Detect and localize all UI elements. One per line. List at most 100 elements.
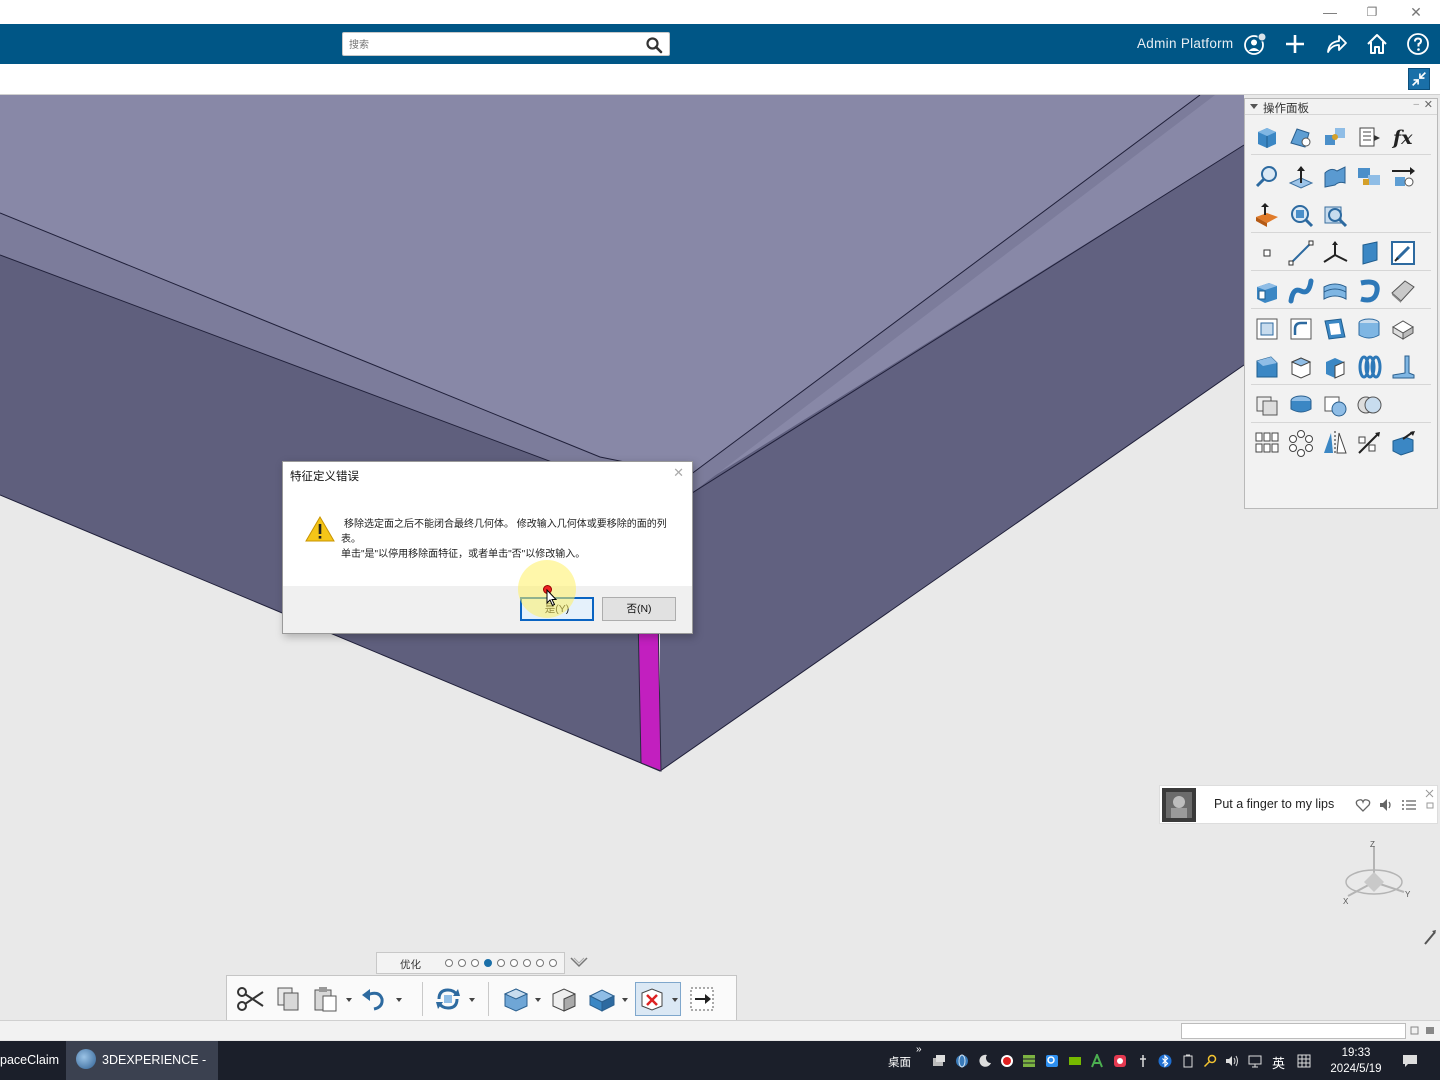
stiffener-icon[interactable] xyxy=(1389,353,1417,381)
cut-icon[interactable] xyxy=(235,984,265,1014)
panel-pin-button[interactable]: – xyxy=(1413,99,1419,110)
hide-show-dropdown[interactable] xyxy=(672,998,678,1002)
song-title[interactable]: Put a finger to my lips xyxy=(1214,797,1334,811)
search-input[interactable] xyxy=(349,35,639,55)
translate-icon[interactable] xyxy=(1355,429,1383,457)
paste-icon[interactable] xyxy=(311,984,341,1014)
key-icon[interactable] xyxy=(1203,1054,1217,1068)
box-icon[interactable] xyxy=(1287,353,1315,381)
dialog-close-button[interactable]: ✕ xyxy=(673,465,684,481)
plane-axis-icon[interactable] xyxy=(1287,163,1315,191)
moon-icon[interactable] xyxy=(978,1054,992,1068)
user-profile-icon[interactable] xyxy=(1243,32,1267,56)
panel-close-button[interactable]: ✕ xyxy=(1424,98,1433,111)
update-dropdown[interactable] xyxy=(469,998,475,1002)
album-cover[interactable] xyxy=(1162,788,1196,822)
tree-icon[interactable] xyxy=(1355,123,1383,151)
inspect-icon[interactable] xyxy=(1321,201,1349,229)
pager-dot[interactable] xyxy=(484,959,492,967)
pager-dot[interactable] xyxy=(497,959,505,967)
zoom-area-icon[interactable] xyxy=(1287,201,1315,229)
no-button[interactable]: 否(N) xyxy=(602,597,676,621)
music-widget[interactable]: Put a finger to my lips xyxy=(1159,785,1438,824)
cube-icon[interactable] xyxy=(1253,123,1281,151)
axis-system-icon[interactable] xyxy=(1321,239,1349,267)
undo-dropdown[interactable] xyxy=(396,998,402,1002)
close-window-button[interactable]: ✕ xyxy=(1396,2,1436,22)
collapse-arrow-icon[interactable] xyxy=(1250,104,1258,109)
grid-app-icon[interactable] xyxy=(1022,1054,1036,1068)
point-icon[interactable] xyxy=(1253,239,1281,267)
ime-language-label[interactable]: 英 xyxy=(1272,1053,1285,1072)
formula-icon[interactable]: fx xyxy=(1389,123,1417,151)
swap-visible-space-icon[interactable] xyxy=(687,984,717,1014)
help-icon[interactable] xyxy=(1406,32,1430,56)
hide-show-icon[interactable] xyxy=(637,984,667,1014)
pager-dot[interactable] xyxy=(510,959,518,967)
export-icon[interactable] xyxy=(1253,201,1281,229)
collapse-view-icon[interactable] xyxy=(1408,68,1430,90)
battery-icon[interactable] xyxy=(1181,1054,1195,1068)
3d-viewport[interactable] xyxy=(0,95,1440,1020)
chamfer-icon[interactable] xyxy=(1253,353,1281,381)
keyboard-grid-icon[interactable] xyxy=(1297,1054,1311,1068)
move-icon[interactable] xyxy=(1389,163,1417,191)
shell-icon[interactable] xyxy=(1253,315,1281,343)
usb-icon[interactable] xyxy=(1136,1054,1150,1068)
update-icon[interactable] xyxy=(433,984,463,1014)
paste-dropdown[interactable] xyxy=(346,998,352,1002)
sweep-icon[interactable] xyxy=(1287,277,1315,305)
globe-icon[interactable] xyxy=(955,1054,969,1068)
search-app-icon[interactable] xyxy=(1045,1054,1059,1068)
taskbar-item-3dexperience[interactable]: 3DEXPERIENCE - [... xyxy=(66,1041,218,1080)
bluetooth-icon[interactable] xyxy=(1158,1054,1172,1068)
circular-pattern-icon[interactable] xyxy=(1287,429,1315,457)
minimize-button[interactable]: — xyxy=(1310,2,1350,22)
transform-icon[interactable] xyxy=(1389,429,1417,457)
add-body-icon[interactable] xyxy=(1287,391,1315,419)
draft-icon[interactable] xyxy=(1321,315,1349,343)
platform-label[interactable]: Admin Platform xyxy=(1137,36,1233,51)
rib-icon[interactable] xyxy=(1355,277,1383,305)
command-input[interactable] xyxy=(1181,1023,1406,1039)
notification-icon[interactable] xyxy=(1402,1053,1418,1069)
share-icon[interactable] xyxy=(1324,32,1348,56)
cylinder-icon[interactable] xyxy=(1355,315,1383,343)
intersect-icon[interactable] xyxy=(1355,391,1383,419)
network-drive-icon[interactable] xyxy=(932,1054,946,1068)
pager-dot[interactable] xyxy=(471,959,479,967)
pattern-icon[interactable] xyxy=(1355,163,1383,191)
taskbar-item-spaceclaim[interactable]: paceClaim xyxy=(0,1041,64,1080)
record-icon[interactable] xyxy=(1000,1054,1014,1068)
restore-button[interactable]: ❐ xyxy=(1352,2,1392,22)
isometric-view-icon[interactable] xyxy=(549,984,579,1014)
plane-icon[interactable] xyxy=(1355,239,1383,267)
security-app-icon[interactable] xyxy=(1113,1054,1127,1068)
desktop-label[interactable]: 桌面 xyxy=(888,1054,911,1070)
fillet-icon[interactable] xyxy=(1287,315,1315,343)
sketch-icon[interactable] xyxy=(1389,239,1417,267)
chevron-up-icon[interactable]: » xyxy=(916,1044,922,1055)
render-dropdown[interactable] xyxy=(622,998,628,1002)
speaker-icon[interactable] xyxy=(1225,1054,1239,1068)
remove-body-icon[interactable] xyxy=(1321,391,1349,419)
pager-dot[interactable] xyxy=(536,959,544,967)
render-style-icon[interactable] xyxy=(587,984,617,1014)
search-icon[interactable] xyxy=(645,36,663,54)
part-design-icon[interactable] xyxy=(1287,123,1315,151)
widget-close-icon[interactable] xyxy=(1424,788,1436,822)
surface-icon[interactable] xyxy=(1321,163,1349,191)
3d-part-geometry[interactable] xyxy=(0,95,1440,1020)
view-dropdown[interactable] xyxy=(535,998,541,1002)
multi-section-icon[interactable] xyxy=(1321,277,1349,305)
copy-icon[interactable] xyxy=(273,984,303,1014)
monitor-icon[interactable] xyxy=(1248,1054,1262,1068)
line-icon[interactable] xyxy=(1287,239,1315,267)
pager-dot[interactable] xyxy=(549,959,557,967)
undo-icon[interactable] xyxy=(359,984,389,1014)
mirror-icon[interactable] xyxy=(1321,429,1349,457)
expand-chevron-icon[interactable] xyxy=(568,953,590,971)
search-box[interactable] xyxy=(342,32,670,56)
solid-icon[interactable] xyxy=(1321,353,1349,381)
pager-dot[interactable] xyxy=(445,959,453,967)
